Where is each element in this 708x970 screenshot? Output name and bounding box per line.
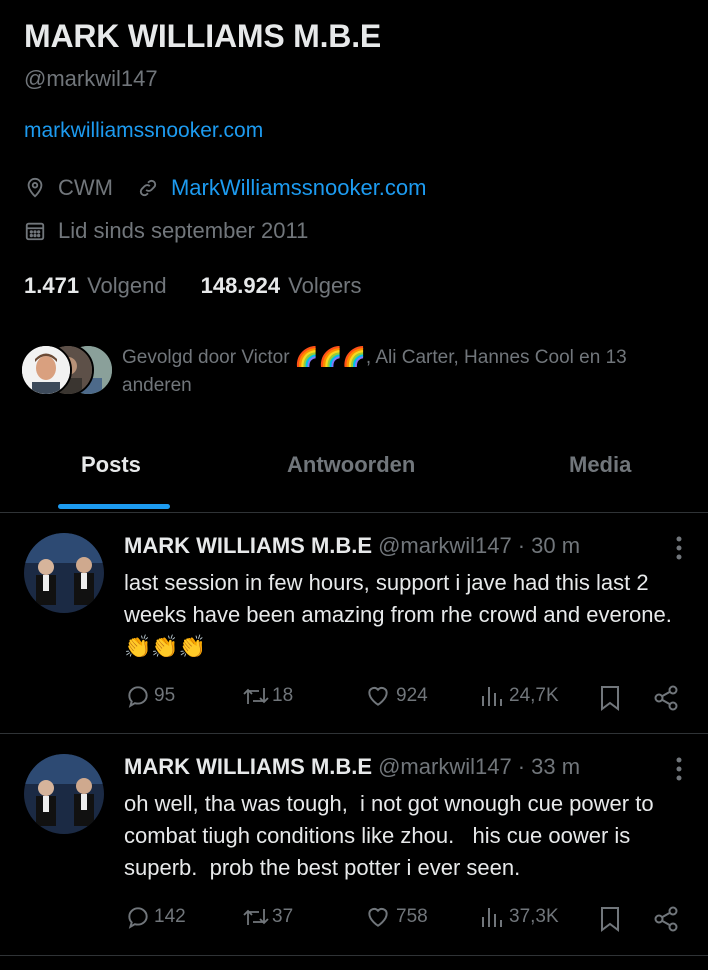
location-text: CWM xyxy=(58,175,113,200)
website-link[interactable]: MarkWilliamssnooker.com xyxy=(171,175,427,201)
profile-name: MARK WILLIAMS M.B.E xyxy=(24,18,382,54)
location-icon xyxy=(27,177,43,198)
more-icon[interactable] xyxy=(672,534,686,562)
joined-row: Lid sinds september 2011 xyxy=(24,218,308,244)
repost-icon xyxy=(243,909,269,925)
reply-icon xyxy=(128,686,148,708)
like-icon xyxy=(368,907,388,927)
profile-handle: @markwil147 xyxy=(24,66,158,91)
like-icon xyxy=(368,686,388,706)
reply-button[interactable]: 95 xyxy=(125,683,175,709)
reply-icon xyxy=(128,907,148,929)
bookmark-icon[interactable] xyxy=(599,685,621,711)
share-icon[interactable] xyxy=(652,684,680,712)
avatar[interactable] xyxy=(24,754,104,834)
views-button[interactable]: 37,3K xyxy=(480,904,559,930)
post-author-name[interactable]: MARK WILLIAMS M.B.E xyxy=(124,533,372,558)
post-header: MARK WILLIAMS M.B.E @markwil147 · 30 m xyxy=(124,533,580,559)
post-author-handle[interactable]: @markwil147 xyxy=(378,533,512,558)
post[interactable]: MARK WILLIAMS M.B.E @markwil147 · 30 m las… xyxy=(0,513,708,733)
views-icon xyxy=(482,687,502,706)
avatar[interactable] xyxy=(24,533,104,613)
followed-by-text: Gevolgd door Victor 🌈🌈🌈, Ali Carter, Han… xyxy=(122,347,627,396)
bookmark-icon[interactable] xyxy=(599,906,621,932)
following-stat[interactable]: 1.471 Volgend xyxy=(24,273,167,299)
avatar xyxy=(20,344,72,396)
views-button[interactable]: 24,7K xyxy=(480,683,559,709)
follower-avatars xyxy=(20,344,114,396)
post[interactable]: MARK WILLIAMS M.B.E @markwil147 · 33 m oh … xyxy=(0,734,708,954)
repost-button[interactable]: 37 xyxy=(242,904,293,930)
calendar-icon xyxy=(25,222,45,241)
post-time[interactable]: · 33 m xyxy=(518,754,580,779)
tab-media[interactable]: Media xyxy=(569,452,631,478)
post-time[interactable]: · 30 m xyxy=(518,533,580,558)
tab-replies[interactable]: Antwoorden xyxy=(287,452,415,478)
post-text: last session in few hours, support i jav… xyxy=(124,570,678,659)
bio-link[interactable]: markwilliamssnooker.com xyxy=(24,119,263,143)
follow-stats: 1.471 Volgend 148.924 Volgers xyxy=(24,273,362,299)
post-author-name[interactable]: MARK WILLIAMS M.B.E xyxy=(124,754,372,779)
joined-text: Lid sinds september 2011 xyxy=(58,218,309,243)
link-icon xyxy=(139,179,157,197)
post-header: MARK WILLIAMS M.B.E @markwil147 · 33 m xyxy=(124,754,580,780)
more-icon[interactable] xyxy=(672,755,686,783)
post-author-handle[interactable]: @markwil147 xyxy=(378,754,512,779)
post-text: oh well, tha was tough, i not got wnough… xyxy=(124,791,660,880)
profile-tabs: Posts Antwoorden Media xyxy=(0,430,708,513)
repost-button[interactable]: 18 xyxy=(242,683,293,709)
share-icon[interactable] xyxy=(652,905,680,933)
location-website-row: CWM MarkWilliamssnooker.com xyxy=(24,175,426,201)
tab-posts[interactable]: Posts xyxy=(81,452,141,478)
repost-icon xyxy=(243,688,269,704)
active-tab-indicator xyxy=(58,504,170,509)
like-button[interactable]: 758 xyxy=(364,904,428,930)
views-icon xyxy=(482,908,502,927)
like-button[interactable]: 924 xyxy=(364,683,428,709)
divider xyxy=(0,955,708,956)
followers-stat[interactable]: 148.924 Volgers xyxy=(201,273,362,299)
reply-button[interactable]: 142 xyxy=(125,904,186,930)
